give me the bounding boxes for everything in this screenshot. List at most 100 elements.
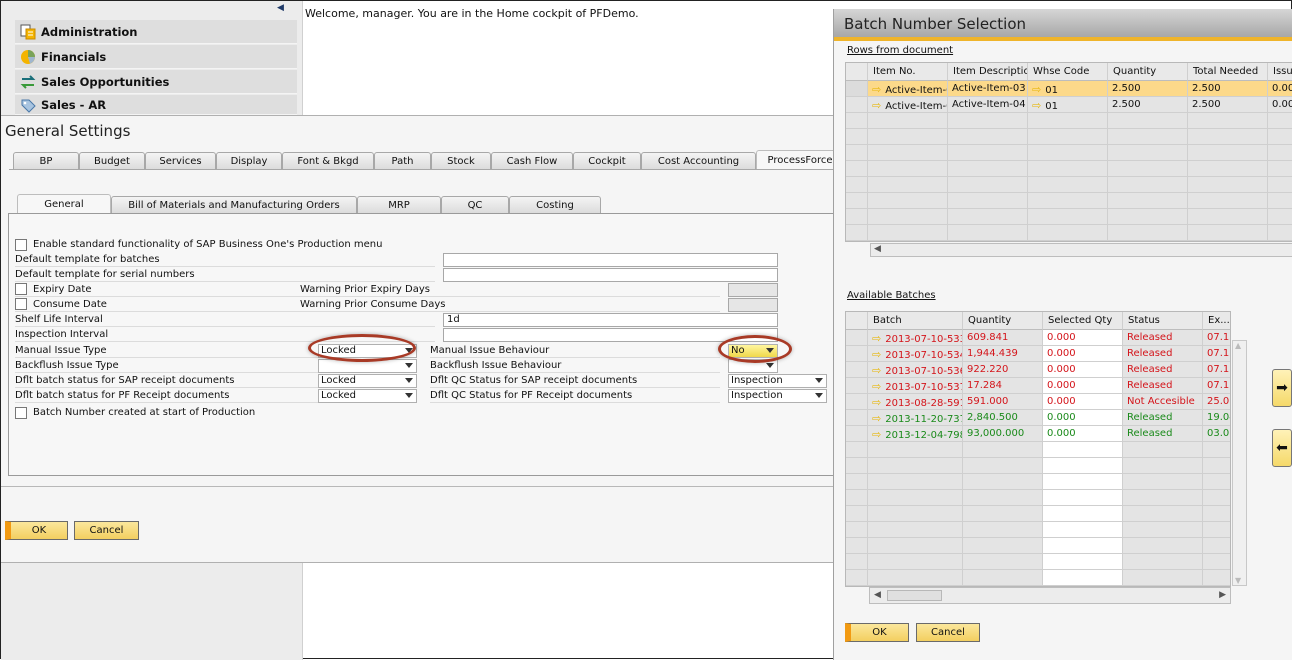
subtab-costing[interactable]: Costing	[509, 196, 601, 213]
batches-horizontal-scrollbar[interactable]: ◀ ▶	[869, 587, 1231, 604]
row-selector[interactable]	[846, 394, 868, 410]
warning-expiry-days-input[interactable]	[728, 283, 778, 297]
scroll-left-icon[interactable]: ◀	[874, 590, 881, 600]
column-header[interactable]: Issue	[1268, 63, 1292, 81]
sidebar-item-sales-ar[interactable]: Sales - AR	[15, 95, 297, 115]
row-selector[interactable]	[846, 378, 868, 394]
consume-date-checkbox[interactable]	[15, 298, 27, 310]
collapse-arrow-icon[interactable]: ◀	[277, 3, 284, 13]
row-selector[interactable]	[846, 506, 868, 522]
column-header[interactable]: Status	[1123, 312, 1203, 330]
link-arrow-icon[interactable]: ⇨	[872, 364, 881, 377]
scroll-right-icon[interactable]: ▶	[1219, 590, 1226, 600]
tab-processforce[interactable]: ProcessForce	[756, 150, 844, 169]
enable-production-checkbox[interactable]	[15, 238, 27, 251]
remove-batch-button[interactable]: ⬅	[1272, 429, 1292, 467]
row-selector[interactable]	[846, 538, 868, 554]
selected-qty-input[interactable]: 0.000	[1043, 362, 1123, 378]
tab-display[interactable]: Display	[216, 152, 282, 169]
link-arrow-icon[interactable]: ⇨	[1032, 99, 1041, 112]
selected-qty-input[interactable]: 0.000	[1043, 394, 1123, 410]
row-selector[interactable]	[846, 113, 868, 129]
row-selector[interactable]	[846, 522, 868, 538]
dflt-qc-sap-select[interactable]: Inspection	[728, 374, 827, 388]
selected-qty-input[interactable]	[1043, 490, 1123, 506]
selected-qty-input[interactable]	[1043, 506, 1123, 522]
selected-qty-input[interactable]: 0.000	[1043, 378, 1123, 394]
selected-qty-input[interactable]	[1043, 570, 1123, 586]
tab-services[interactable]: Services	[145, 152, 216, 169]
default-template-batches-input[interactable]	[443, 253, 778, 267]
row-selector[interactable]	[846, 554, 868, 570]
sidebar-item-financials[interactable]: Financials	[15, 45, 297, 69]
row-selector[interactable]	[846, 193, 868, 209]
row-selector[interactable]	[846, 442, 868, 458]
tab-path[interactable]: Path	[374, 152, 431, 169]
scroll-left-icon[interactable]: ◀	[874, 244, 881, 254]
batch-created-checkbox[interactable]	[15, 406, 27, 419]
column-header[interactable]: Batch	[868, 312, 963, 330]
selected-qty-input[interactable]	[1043, 474, 1123, 490]
selected-qty-input[interactable]: 0.000	[1043, 426, 1123, 442]
link-arrow-icon[interactable]: ⇨	[872, 83, 881, 96]
column-header[interactable]: Total Needed	[1188, 63, 1268, 81]
link-arrow-icon[interactable]: ⇨	[872, 99, 881, 112]
dflt-batch-pf-select[interactable]: Locked	[318, 389, 417, 403]
link-arrow-icon[interactable]: ⇨	[872, 380, 881, 393]
tab-cost-accounting[interactable]: Cost Accounting	[641, 152, 756, 169]
row-selector[interactable]	[846, 490, 868, 506]
row-selector[interactable]	[846, 81, 868, 97]
expiry-date-checkbox[interactable]	[15, 283, 27, 295]
row-selector[interactable]	[846, 410, 868, 426]
row-selector[interactable]	[846, 161, 868, 177]
selected-qty-input[interactable]	[1043, 554, 1123, 570]
sidebar-item-administration[interactable]: Administration	[15, 20, 297, 44]
tab-cash-flow[interactable]: Cash Flow	[491, 152, 573, 169]
row-selector[interactable]	[846, 97, 868, 113]
selected-qty-input[interactable]	[1043, 458, 1123, 474]
column-header[interactable]: Ex...	[1203, 312, 1230, 330]
column-header[interactable]: Selected Qty	[1043, 312, 1123, 330]
row-selector[interactable]	[846, 426, 868, 442]
subtab-bom[interactable]: Bill of Materials and Manufacturing Orde…	[111, 196, 357, 213]
default-template-serials-input[interactable]	[443, 268, 778, 282]
ok-button[interactable]: OK	[5, 521, 68, 540]
add-batch-button[interactable]: ➡	[1272, 369, 1292, 407]
dflt-qc-pf-select[interactable]: Inspection	[728, 389, 827, 403]
selected-qty-input[interactable]	[1043, 522, 1123, 538]
shelf-life-input[interactable]: 1d	[443, 313, 778, 327]
cancel-button[interactable]: Cancel	[74, 521, 139, 540]
row-selector[interactable]	[846, 225, 868, 241]
tab-font-bkgd[interactable]: Font & Bkgd	[282, 152, 374, 169]
link-arrow-icon[interactable]: ⇨	[1032, 83, 1041, 96]
column-header[interactable]: Quantity	[1108, 63, 1188, 81]
column-header[interactable]: Quantity	[963, 312, 1043, 330]
subtab-general[interactable]: General	[17, 194, 111, 213]
sidebar-item-sales-opportunities[interactable]: Sales Opportunities	[15, 70, 297, 94]
tab-cockpit[interactable]: Cockpit	[573, 152, 641, 169]
row-selector[interactable]	[846, 330, 868, 346]
link-arrow-icon[interactable]: ⇨	[872, 396, 881, 409]
link-arrow-icon[interactable]: ⇨	[872, 412, 881, 425]
selected-qty-input[interactable]: 0.000	[1043, 346, 1123, 362]
column-header[interactable]: Whse Code	[1028, 63, 1108, 81]
warning-consume-days-input[interactable]	[728, 298, 778, 312]
scroll-up-icon[interactable]: ▲	[1235, 341, 1241, 350]
scroll-thumb[interactable]	[887, 590, 942, 601]
row-selector[interactable]	[846, 145, 868, 161]
column-header[interactable]: Item No.	[868, 63, 948, 81]
column-header[interactable]: Item Description	[948, 63, 1028, 81]
link-arrow-icon[interactable]: ⇨	[872, 428, 881, 441]
link-arrow-icon[interactable]: ⇨	[872, 332, 881, 345]
row-selector[interactable]	[846, 362, 868, 378]
tab-bp[interactable]: BP	[13, 152, 79, 169]
tab-stock[interactable]: Stock	[431, 152, 491, 169]
horizontal-scrollbar[interactable]: ◀	[870, 243, 1292, 257]
selected-qty-input[interactable]	[1043, 538, 1123, 554]
row-selector[interactable]	[846, 570, 868, 586]
link-arrow-icon[interactable]: ⇨	[872, 348, 881, 361]
selected-qty-input[interactable]: 0.000	[1043, 410, 1123, 426]
row-selector[interactable]	[846, 346, 868, 362]
vertical-scrollbar[interactable]: ▲ ▼	[1232, 340, 1247, 586]
row-selector[interactable]	[846, 458, 868, 474]
